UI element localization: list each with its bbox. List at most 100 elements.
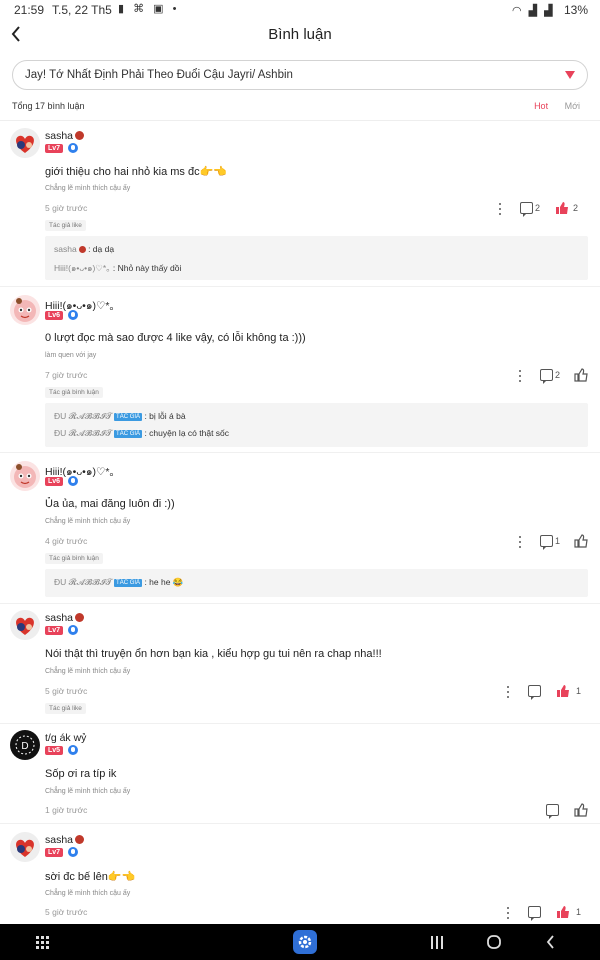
verified-icon	[68, 476, 78, 486]
comment-text: Sốp ơi ra típ ik	[45, 768, 117, 780]
svg-text:D: D	[21, 741, 28, 752]
divider	[0, 823, 600, 824]
reply-icon[interactable]	[540, 535, 553, 550]
tomato-icon	[75, 835, 85, 844]
comment-text: Ủa ủa, mai đăng luôn đi :))	[45, 498, 175, 510]
level-badge: Lv7	[45, 626, 64, 635]
comment-actions: 1	[518, 534, 588, 550]
reply-icon[interactable]	[528, 906, 541, 921]
more-icon[interactable]	[518, 369, 522, 383]
battery-level: 13%	[563, 3, 588, 17]
status-bar: 21:59 T.5, 22 Th5 ▮ ⌘ ▣ • ◠ ▟ ▟ 13%	[0, 0, 600, 20]
comment-text: sời đc bế lên👉👈	[45, 871, 136, 883]
comment-time: 5 giờ trước	[45, 686, 88, 696]
author-liked-tag: Tác giả like	[45, 220, 86, 231]
like-count: 2	[573, 203, 579, 213]
avatar[interactable]	[10, 461, 40, 491]
level-badge: Lv7	[45, 848, 64, 857]
reply-icon[interactable]	[520, 202, 533, 217]
reply-count: 1	[555, 536, 561, 546]
comment-actions	[546, 803, 588, 819]
comment-signature: Chẳng lẽ mình thích cậu ấy	[45, 185, 131, 192]
like-count: 1	[576, 686, 582, 696]
tomato-icon	[75, 613, 85, 622]
avatar[interactable]	[10, 295, 40, 325]
recent-apps-icon[interactable]	[431, 936, 443, 949]
level-badge: Lv6	[45, 311, 64, 320]
verified-icon	[68, 847, 78, 857]
reply-box[interactable]: ĐU 𝓡𝓐𝓑𝓑𝓘𝓣 TÁC GIẢ : bị lỗi á bà ĐU 𝓡𝓐𝓑𝓑𝓘𝓣…	[45, 403, 588, 447]
system-back-icon[interactable]	[546, 935, 555, 949]
username[interactable]: sasha	[45, 834, 85, 846]
author-liked-tag: Tác giả like	[45, 703, 86, 714]
avatar[interactable]	[10, 832, 40, 862]
comment-actions: 2	[518, 368, 588, 384]
story-select[interactable]: Jay! Tớ Nhất Định Phải Theo Đuổi Cậu Jay…	[12, 60, 588, 90]
page-title: Bình luận	[268, 26, 332, 43]
reply-box[interactable]: sasha : dạ dạ Hiii!(๑•ᴗ•๑)♡*｡ : Nhỏ này …	[45, 236, 588, 280]
comment-time: 4 giờ trước	[45, 536, 88, 546]
divider	[0, 723, 600, 724]
comment-count: Tổng 17 bình luận	[12, 101, 85, 111]
reply-line: ĐU 𝓡𝓐𝓑𝓑𝓘𝓣 TÁC GIẢ : bị lỗi á bà	[54, 411, 186, 421]
comment-actions: 1	[506, 684, 588, 700]
like-count: 1	[576, 907, 582, 917]
comment-time: 7 giờ trước	[45, 370, 88, 380]
status-date: T.5, 22 Th5	[52, 3, 112, 17]
settings-gear-icon[interactable]	[293, 930, 317, 954]
reply-line: sasha : dạ dạ	[54, 244, 115, 254]
username[interactable]: sasha	[45, 130, 85, 142]
comment-signature: làm quen với jay	[45, 352, 97, 359]
thumbs-up-filled-icon[interactable]	[555, 201, 569, 215]
reply-icon[interactable]	[540, 369, 553, 384]
reply-icon[interactable]	[528, 685, 541, 700]
more-icon[interactable]	[506, 685, 510, 699]
more-icon[interactable]	[506, 906, 510, 920]
comment-time: 5 giờ trước	[45, 203, 88, 213]
comment-time: 1 giờ trước	[45, 805, 88, 815]
level-badge: Lv5	[45, 746, 64, 755]
thumbs-up-icon[interactable]	[574, 803, 588, 817]
comment-signature: Chẳng lẽ mình thích cậu ấy	[45, 788, 131, 795]
story-select-value: Jay! Tớ Nhất Định Phải Theo Đuổi Cậu Jay…	[25, 69, 293, 81]
status-right: ◠ ▟ ▟ 13%	[512, 3, 588, 17]
verified-icon	[68, 143, 78, 153]
reply-count: 2	[535, 203, 541, 213]
username[interactable]: t/g ák wỷ	[45, 732, 86, 744]
divider	[0, 603, 600, 604]
reply-icon[interactable]	[546, 804, 559, 819]
thumbs-up-filled-icon[interactable]	[556, 905, 570, 919]
sort-hot-tab[interactable]: Hot	[534, 101, 548, 111]
comment-time: 5 giờ trước	[45, 907, 88, 917]
more-icon[interactable]	[518, 535, 522, 549]
caret-down-icon	[565, 71, 575, 79]
divider	[0, 120, 600, 121]
sort-new-tab[interactable]: Mới	[565, 101, 580, 111]
avatar[interactable]	[10, 610, 40, 640]
verified-icon	[68, 745, 78, 755]
comment-signature: Chẳng lẽ mình thích cậu ấy	[45, 890, 131, 897]
comment-text: giới thiệu cho hai nhỏ kia ms đc👉👈	[45, 166, 227, 178]
verified-icon	[68, 625, 78, 635]
sort-tabs: Hot Mới	[520, 101, 580, 111]
reply-line: Hiii!(๑•ᴗ•๑)♡*｡ : Nhỏ này thấy dồi	[54, 263, 182, 273]
comment-actions: 1	[506, 905, 588, 921]
home-icon[interactable]	[487, 935, 501, 949]
app-drawer-icon[interactable]	[36, 936, 49, 949]
reply-box[interactable]: ĐU 𝓡𝓐𝓑𝓑𝓘𝓣 TÁC GIẢ : he he 😂	[45, 569, 588, 597]
avatar[interactable]: D	[10, 730, 40, 760]
comment-text: Nói thật thì truyện ổn hơn bạn kia , kiể…	[45, 648, 382, 660]
reply-line: ĐU 𝓡𝓐𝓑𝓑𝓘𝓣 TÁC GIẢ : chuyện lạ có thật sốc	[54, 428, 230, 438]
more-icon[interactable]	[498, 202, 502, 216]
avatar[interactable]	[10, 128, 40, 158]
thumbs-up-filled-icon[interactable]	[556, 684, 570, 698]
system-nav-bar	[0, 924, 600, 960]
username[interactable]: sasha	[45, 612, 85, 624]
reply-line: ĐU 𝓡𝓐𝓑𝓑𝓘𝓣 TÁC GIẢ : he he 😂	[54, 577, 184, 587]
header: Bình luận	[0, 20, 600, 52]
comment-actions: 2 2	[498, 201, 588, 217]
thumbs-up-icon[interactable]	[574, 534, 588, 548]
tomato-icon	[75, 131, 85, 140]
verified-icon	[68, 310, 78, 320]
thumbs-up-icon[interactable]	[574, 368, 588, 382]
